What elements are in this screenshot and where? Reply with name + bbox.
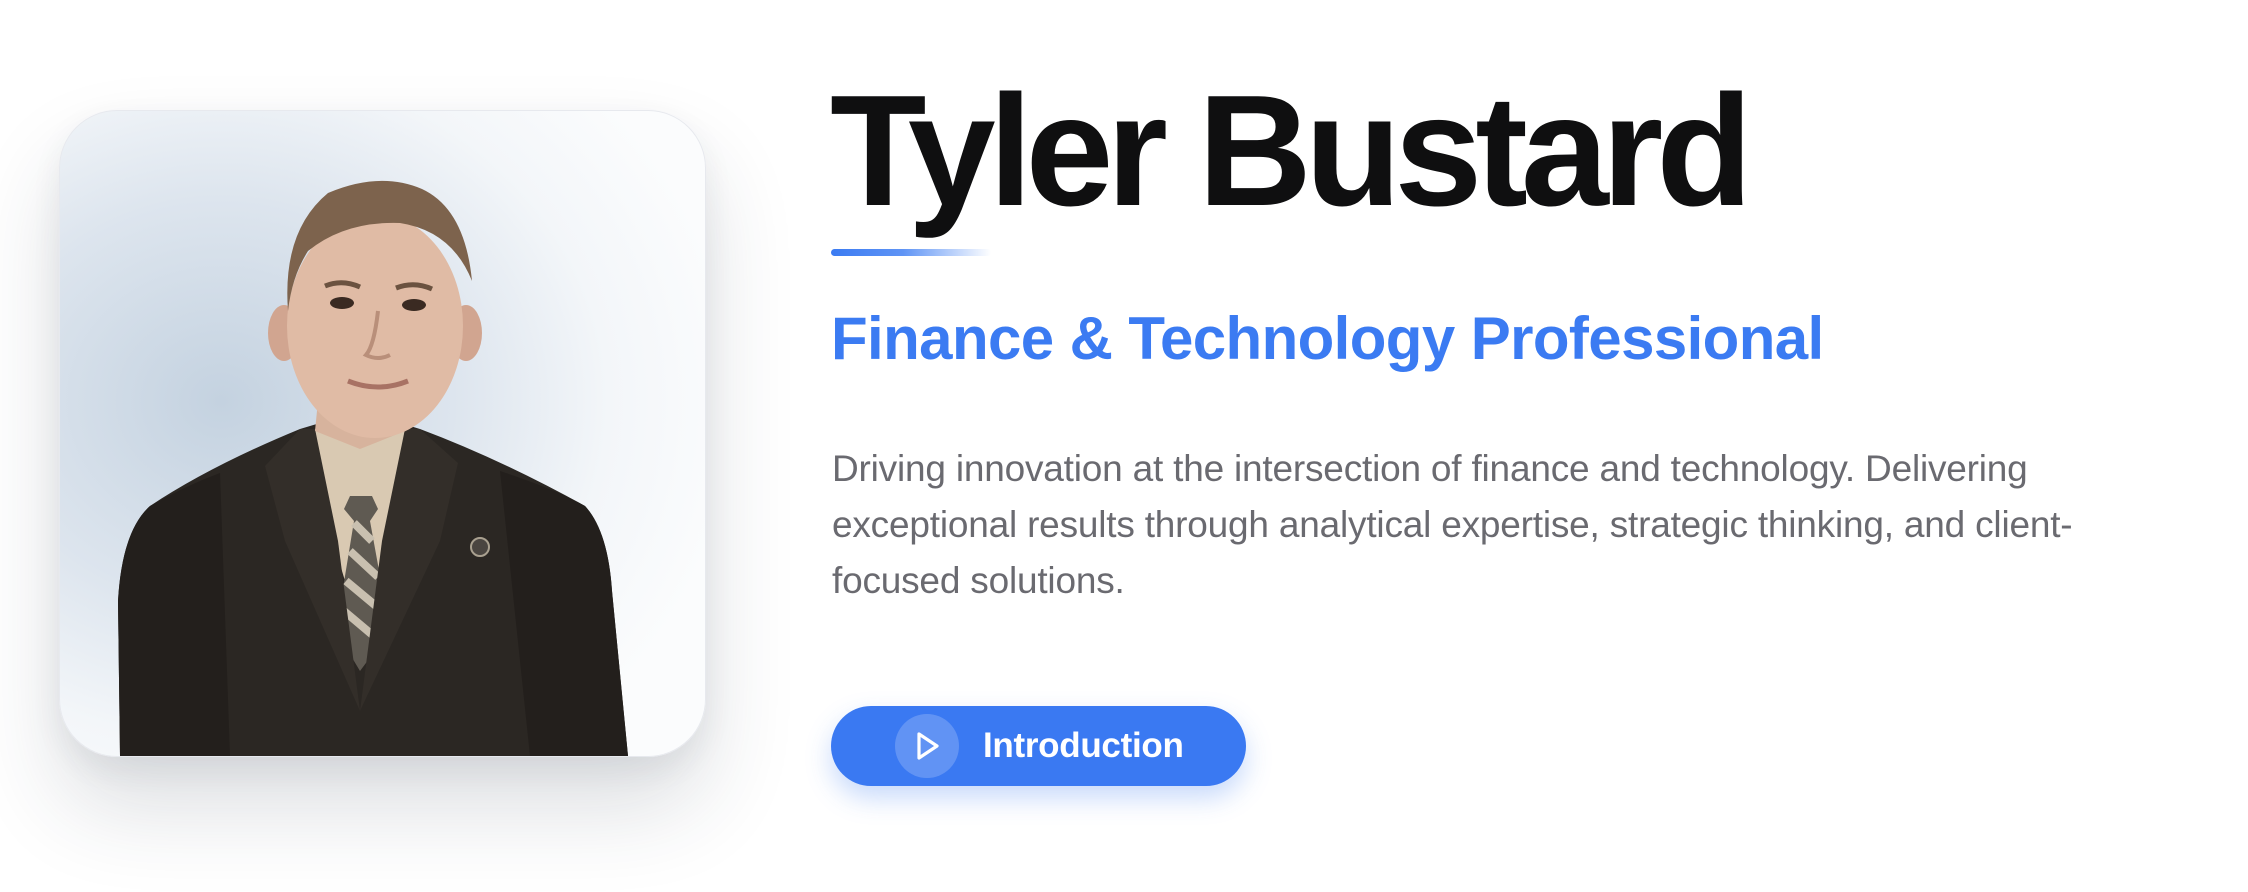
profile-description: Driving innovation at the intersection o… xyxy=(832,448,2073,601)
profile-title: Finance & Technology Professional xyxy=(831,305,1824,372)
introduction-button[interactable]: Introduction xyxy=(831,706,1246,786)
profile-photo xyxy=(59,110,706,757)
person-portrait xyxy=(118,180,628,756)
play-icon xyxy=(895,714,959,778)
profile-name: Tyler Bustard xyxy=(830,63,1753,239)
hero-section: Tyler Bustard Finance & Technology Profe… xyxy=(0,0,2248,892)
introduction-button-label: Introduction xyxy=(983,726,1184,765)
title-underline-accent xyxy=(831,249,991,256)
